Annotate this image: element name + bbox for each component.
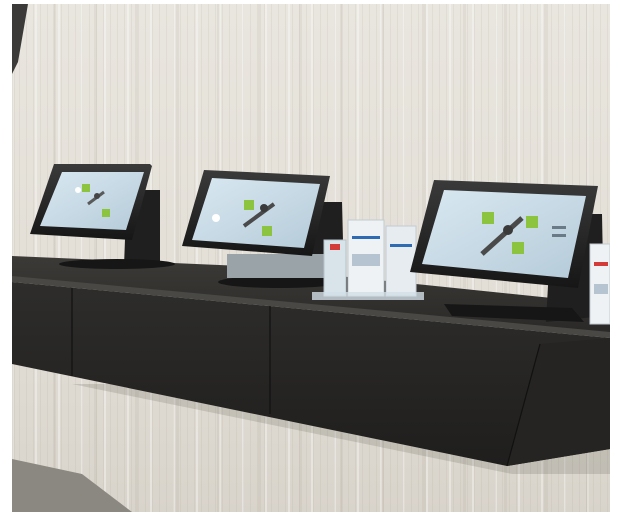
kiosk-left-base	[59, 259, 175, 269]
kiosk-left	[30, 164, 175, 269]
kiosk-middle-cable-cover	[227, 254, 327, 278]
scene-drawing	[12, 4, 610, 512]
brochure-3	[385, 225, 417, 297]
brochure-rack-right	[589, 243, 610, 325]
kiosk-middle-screen	[192, 178, 320, 248]
photo-scene	[12, 4, 610, 512]
wall-corner-shadow	[12, 4, 28, 74]
rack-base	[312, 292, 424, 300]
floor	[12, 459, 132, 512]
